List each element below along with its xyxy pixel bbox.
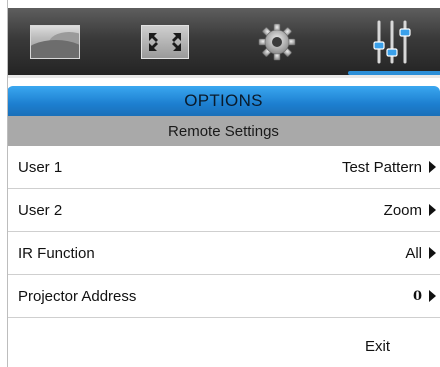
row-label: IR Function <box>18 244 95 262</box>
menu-row-ir-function[interactable]: IR Function All <box>7 232 440 275</box>
image-icon <box>30 24 80 59</box>
menu-tab-bar <box>7 8 440 78</box>
display-fullscreen-icon <box>141 24 189 59</box>
tab-display[interactable] <box>117 8 213 75</box>
chevron-right-icon[interactable] <box>429 290 436 302</box>
menu-left-border <box>7 0 8 367</box>
options-sliders-icon <box>373 20 411 63</box>
exit-button[interactable]: Exit <box>365 338 390 355</box>
exit-row: Exit <box>7 325 440 367</box>
active-tab-indicator <box>348 71 440 75</box>
row-value: All <box>405 244 422 262</box>
tab-options[interactable] <box>344 8 440 75</box>
chevron-right-icon[interactable] <box>429 161 436 173</box>
chevron-right-icon[interactable] <box>429 247 436 259</box>
chevron-right-icon[interactable] <box>429 204 436 216</box>
tab-image[interactable] <box>7 8 103 75</box>
row-label: User 2 <box>18 201 63 219</box>
row-value: 0 <box>412 288 422 304</box>
osd-menu: OPTIONS Remote Settings User 1 Test Patt… <box>0 0 440 367</box>
menu-row-user-2[interactable]: User 2 Zoom <box>7 189 440 232</box>
menu-subtitle: Remote Settings <box>7 116 440 146</box>
gear-icon <box>258 23 296 60</box>
row-value: Zoom <box>383 201 422 219</box>
menu-row-user-1[interactable]: User 1 Test Pattern <box>7 146 440 189</box>
row-label: User 1 <box>18 158 63 176</box>
menu-row-projector-address[interactable]: Projector Address 0 <box>7 275 440 318</box>
tab-setup[interactable] <box>229 8 325 75</box>
menu-title: OPTIONS <box>7 86 440 116</box>
row-value: Test Pattern <box>341 158 422 176</box>
row-label: Projector Address <box>18 287 137 305</box>
